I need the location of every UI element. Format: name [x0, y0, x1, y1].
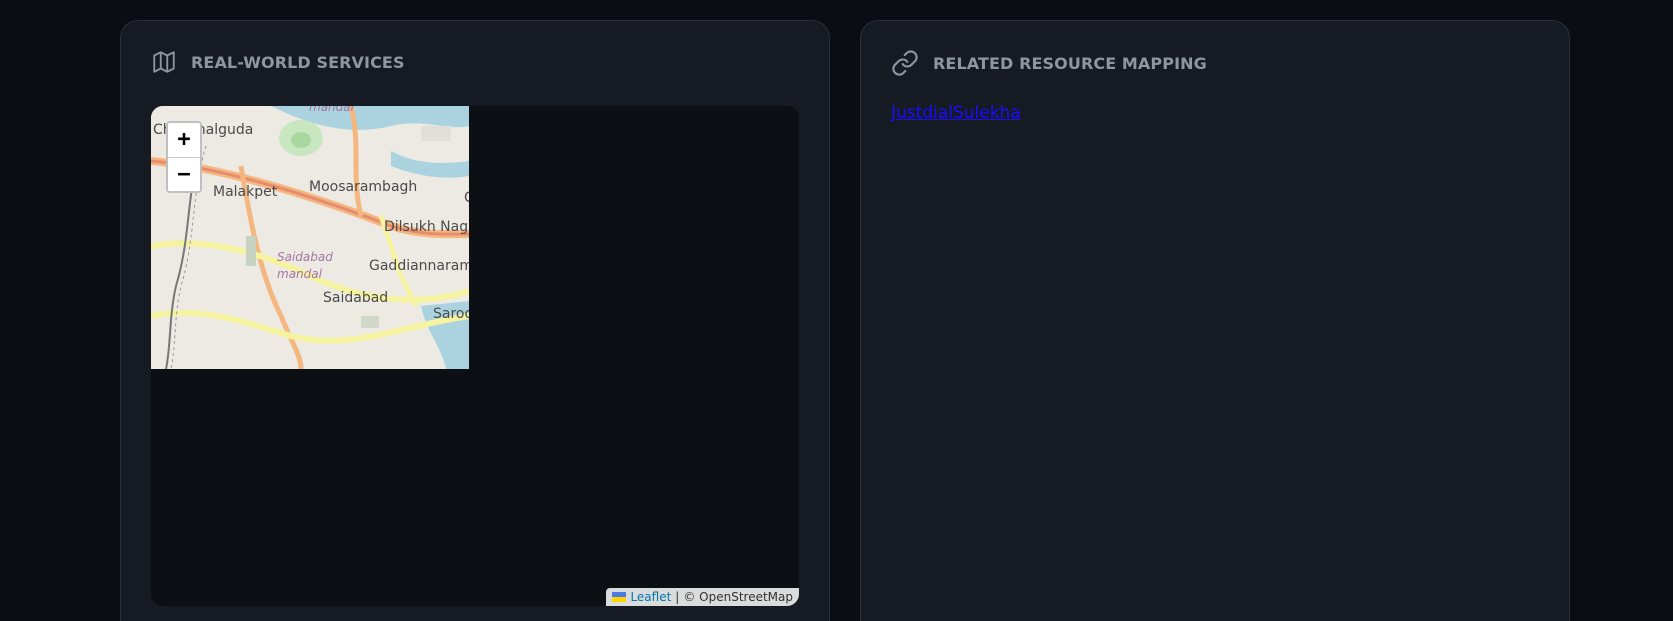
- related-resource-mapping-panel: RELATED RESOURCE MAPPING JustdialSulekha: [860, 20, 1570, 621]
- map-place-label: C: [464, 190, 469, 206]
- panel-header: RELATED RESOURCE MAPPING: [891, 49, 1207, 77]
- map-place-label: Gaddiannaram: [369, 258, 469, 274]
- resource-link[interactable]: JustdialSulekha: [891, 103, 1021, 123]
- map-place-label: Saidabad: [323, 290, 389, 306]
- attribution-separator: |: [675, 590, 680, 604]
- link-icon: [892, 50, 918, 76]
- panel-title: RELATED RESOURCE MAPPING: [933, 53, 1207, 73]
- map-place-label: mandal: [309, 106, 354, 114]
- zoom-out-button[interactable]: −: [168, 157, 200, 191]
- map[interactable]: Chanchalguda mandal Malakpet Moosarambag…: [151, 106, 799, 606]
- map-place-label: Moosarambagh: [309, 179, 418, 195]
- panel-title: REAL-WORLD SERVICES: [191, 52, 405, 72]
- leaflet-link[interactable]: Leaflet: [630, 590, 671, 604]
- ukraine-flag-icon: [612, 592, 627, 602]
- zoom-in-button[interactable]: +: [168, 123, 200, 157]
- panel-header: REAL-WORLD SERVICES: [151, 49, 405, 75]
- map-tiles[interactable]: Chanchalguda mandal Malakpet Moosarambag…: [151, 106, 469, 369]
- real-world-services-panel: REAL-WORLD SERVICES Chanchalguda mandal …: [120, 20, 830, 621]
- map-place-label: Dilsukh Nag: [384, 219, 469, 235]
- map-attribution: Leaflet | © OpenStreetMap: [606, 588, 799, 606]
- map-place-label: Malakpet: [213, 184, 278, 200]
- map-place-label: Saidabad mandal: [277, 250, 333, 281]
- map-icon: [153, 51, 175, 73]
- osm-attribution: © OpenStreetMap: [683, 590, 793, 604]
- map-place-label: Saroo: [433, 306, 469, 322]
- zoom-control: + −: [166, 121, 202, 193]
